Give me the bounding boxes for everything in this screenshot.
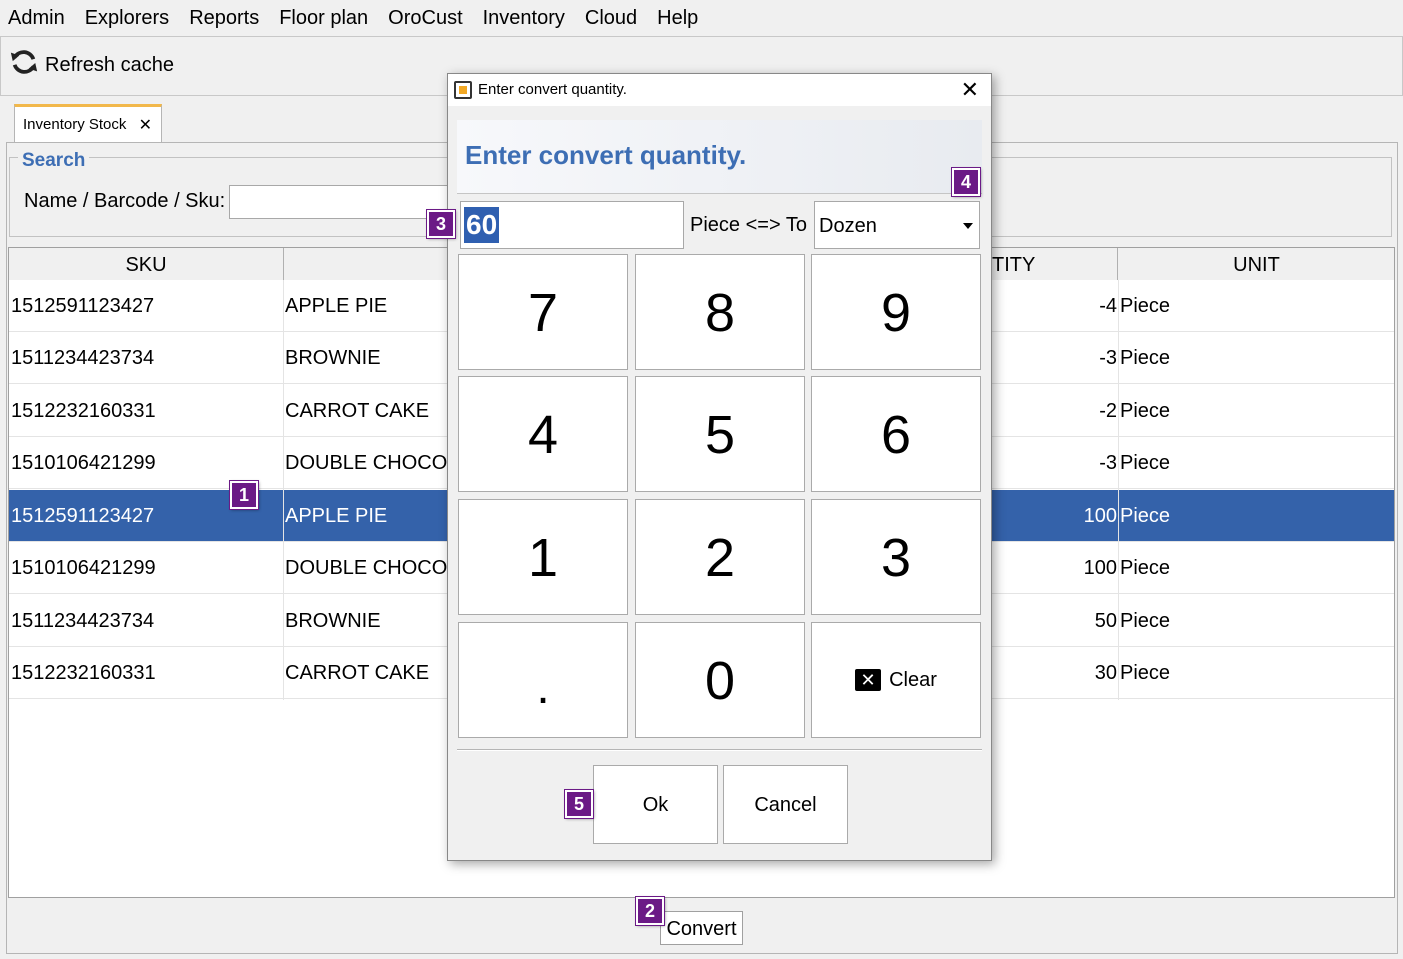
column-divider [1118,280,1119,700]
cell-sku: 1511234423734 [11,347,155,369]
annotation-badge-5: 5 [564,789,594,819]
cell-unit: Piece [1120,662,1171,684]
convert-quantity-dialog: Enter convert quantity. ✕ Enter convert … [447,73,992,861]
clear-button[interactable]: ✕ Clear [811,622,981,738]
key-6[interactable]: 6 [811,376,981,492]
clear-icon: ✕ [855,669,882,691]
dialog-title: Enter convert quantity. [478,81,627,98]
chevron-down-icon [963,223,973,229]
key-1[interactable]: 1 [458,499,628,615]
clear-label: Clear [889,669,937,691]
quantity-value: 60 [464,207,500,243]
cell-sku: 1512591123427 [11,295,155,317]
annotation-badge-2: 2 [635,896,665,926]
conversion-label: Piece <=> To [690,214,807,236]
refresh-cache-label: Refresh cache [45,53,174,76]
key-7[interactable]: 7 [458,254,628,370]
annotation-badge-4: 4 [951,167,981,197]
menu-help[interactable]: Help [647,0,708,36]
key-0[interactable]: 0 [635,622,805,738]
refresh-icon [9,47,39,83]
column-divider [283,280,284,700]
cancel-button[interactable]: Cancel [723,765,848,844]
dialog-separator [457,749,982,751]
refresh-cache-button[interactable]: Refresh cache [9,47,174,83]
cell-unit: Piece [1120,347,1171,369]
key-2[interactable]: 2 [635,499,805,615]
menu-orocust[interactable]: OroCust [378,0,472,36]
key-9[interactable]: 9 [811,254,981,370]
unit-select-value: Dozen [819,215,877,237]
cell-sku: 1512232160331 [11,662,156,684]
key-3[interactable]: 3 [811,499,981,615]
tab-inventory-stock[interactable]: Inventory Stock ✕ [14,104,162,142]
dialog-header: Enter convert quantity. [457,120,982,194]
annotation-badge-1: 1 [229,480,259,510]
column-header-unit[interactable]: UNIT [1118,248,1394,280]
convert-button[interactable]: Convert [660,911,743,945]
menu-explorers[interactable]: Explorers [75,0,179,36]
search-label: Name / Barcode / Sku: [24,190,226,212]
cell-unit: Piece [1120,505,1171,527]
menu-reports[interactable]: Reports [179,0,269,36]
menu-floor-plan[interactable]: Floor plan [269,0,378,36]
cell-unit: Piece [1120,452,1171,474]
menu-bar: Admin Explorers Reports Floor plan OroCu… [0,0,1403,36]
tab-close-icon[interactable]: ✕ [139,115,152,135]
cell-unit: Piece [1120,400,1171,422]
key-decimal[interactable]: . [458,622,628,738]
cell-sku: 1510106421299 [11,557,156,579]
app-icon [454,81,472,99]
key-4[interactable]: 4 [458,376,628,492]
cell-unit: Piece [1120,610,1171,632]
close-icon[interactable]: ✕ [961,74,979,106]
column-header-sku[interactable]: SKU [9,248,284,280]
cell-sku: 1511234423734 [11,610,155,632]
menu-cloud[interactable]: Cloud [575,0,647,36]
quantity-input[interactable]: 60 [460,201,684,249]
menu-admin[interactable]: Admin [0,0,75,36]
tab-label: Inventory Stock [23,116,127,133]
dialog-heading: Enter convert quantity. [465,140,747,170]
annotation-badge-3: 3 [426,209,456,239]
search-legend: Search [18,150,90,172]
ok-button[interactable]: Ok [593,765,718,844]
unit-select[interactable]: Dozen [814,201,980,249]
cell-sku: 1512232160331 [11,400,156,422]
dialog-titlebar: Enter convert quantity. ✕ [448,74,991,106]
menu-inventory[interactable]: Inventory [473,0,575,36]
cell-unit: Piece [1120,295,1171,317]
key-5[interactable]: 5 [635,376,805,492]
key-8[interactable]: 8 [635,254,805,370]
cell-unit: Piece [1120,557,1171,579]
